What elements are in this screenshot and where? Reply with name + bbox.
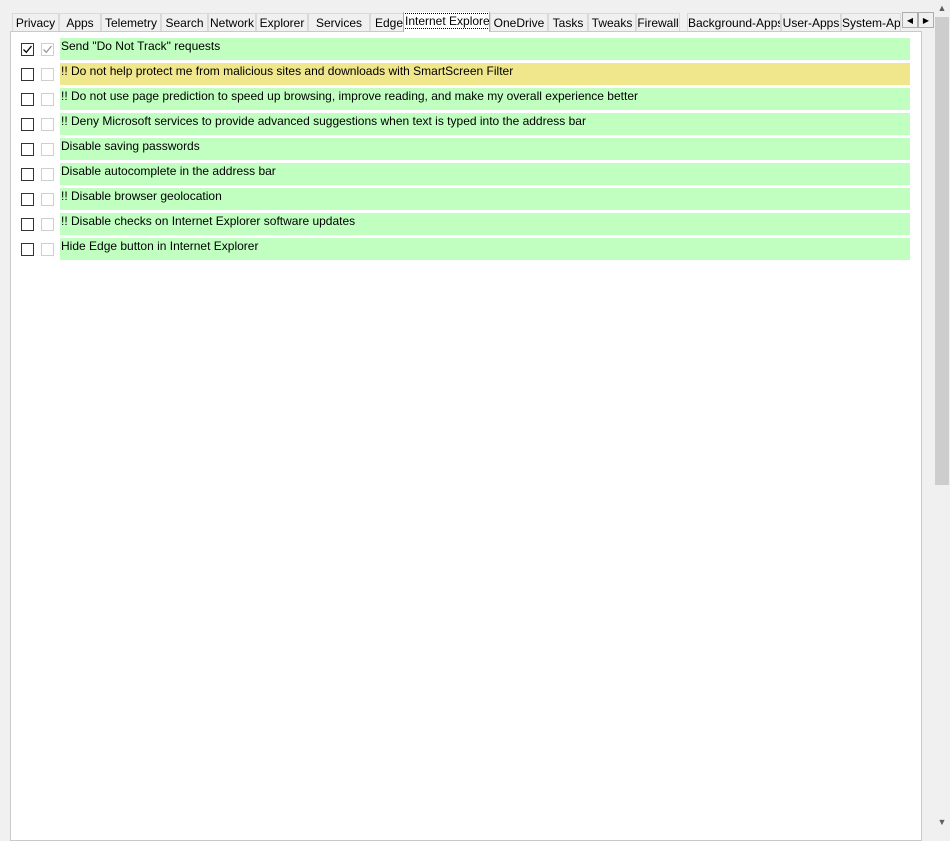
tab-label: Tasks	[552, 16, 584, 30]
setting-row: Disable saving passwords	[11, 138, 921, 160]
tab-user-apps[interactable]: User-Apps	[781, 13, 841, 31]
setting-label[interactable]: Hide Edge button in Internet Explorer	[60, 238, 910, 260]
tab-label: User-Apps	[782, 16, 840, 30]
scrollbar-thumb[interactable]	[935, 17, 949, 485]
setting-checkbox[interactable]	[21, 243, 34, 256]
setting-checkbox[interactable]	[21, 218, 34, 231]
setting-label[interactable]: Send "Do Not Track" requests	[60, 38, 910, 60]
recommended-default-checkbox	[41, 68, 54, 81]
tab-strip: Privacy Apps Telemetry Search Network Explore…	[12, 12, 922, 32]
setting-row: !! Do not use page prediction to speed u…	[11, 88, 921, 110]
setting-checkbox[interactable]	[21, 68, 34, 81]
setting-label[interactable]: !! Do not help protect me from malicious…	[60, 63, 910, 85]
setting-label[interactable]: Disable autocomplete in the address bar	[60, 163, 910, 185]
setting-label[interactable]: !! Disable browser geolocation	[60, 188, 910, 210]
tab-network[interactable]: Network	[208, 13, 256, 31]
setting-label[interactable]: !! Disable checks on Internet Explorer s…	[60, 213, 910, 235]
setting-label[interactable]: !! Do not use page prediction to speed u…	[60, 88, 910, 110]
tab-label: Network	[209, 16, 254, 30]
setting-row: !! Do not help protect me from malicious…	[11, 63, 921, 85]
recommended-default-checkbox	[41, 218, 54, 231]
setting-row: !! Disable checks on Internet Explorer s…	[11, 213, 921, 235]
tab-label: Internet Explorer	[404, 13, 489, 29]
recommended-default-checkbox	[41, 243, 54, 256]
tab-label: Telemetry	[104, 16, 157, 30]
tab-search[interactable]: Search	[161, 13, 208, 31]
tab-label: Explorer	[259, 16, 305, 30]
setting-label[interactable]: !! Deny Microsoft services to provide ad…	[60, 113, 910, 135]
setting-row: Hide Edge button in Internet Explorer	[11, 238, 921, 260]
tab-panel-internet-explorer: Send "Do Not Track" requests !! Do not he…	[10, 31, 922, 841]
tab-label: Apps	[66, 16, 94, 30]
setting-row: !! Disable browser geolocation	[11, 188, 921, 210]
tab-privacy[interactable]: Privacy	[12, 13, 59, 31]
tab-telemetry[interactable]: Telemetry	[101, 13, 161, 31]
setting-checkbox[interactable]	[21, 93, 34, 106]
tab-tasks[interactable]: Tasks	[548, 13, 588, 31]
tab-services[interactable]: Services	[308, 13, 370, 31]
scroll-up-arrow-icon[interactable]: ▲	[934, 0, 950, 16]
recommended-default-checkbox	[41, 118, 54, 131]
tab-firewall[interactable]: Firewall	[636, 13, 680, 31]
tab-label: Edge	[374, 16, 404, 30]
tab-onedrive[interactable]: OneDrive	[490, 13, 548, 31]
tab-internet-explorer[interactable]: Internet Explorer	[403, 12, 490, 32]
recommended-default-checkbox	[41, 168, 54, 181]
setting-row: !! Deny Microsoft services to provide ad…	[11, 113, 921, 135]
tab-explorer[interactable]: Explorer	[256, 13, 308, 31]
tab-label: System-Apps	[842, 16, 901, 30]
scroll-down-arrow-icon[interactable]: ▼	[934, 814, 950, 830]
tab-background-apps[interactable]: Background-Apps	[687, 13, 781, 31]
recommended-default-checkbox	[41, 193, 54, 206]
tab-apps[interactable]: Apps	[59, 13, 101, 31]
tab-scroll-left-button[interactable]: ◀	[902, 12, 918, 28]
setting-row: Send "Do Not Track" requests	[11, 38, 921, 60]
tab-label: Search	[165, 16, 204, 30]
tab-tweaks[interactable]: Tweaks	[588, 13, 636, 31]
tab-label: Tweaks	[591, 16, 633, 30]
tab-scroll-buttons: ◀ ▶	[902, 12, 934, 28]
setting-checkbox[interactable]	[21, 168, 34, 181]
tab-system-apps[interactable]: System-Apps	[841, 13, 901, 31]
setting-checkbox[interactable]	[21, 143, 34, 156]
setting-label[interactable]: Disable saving passwords	[60, 138, 910, 160]
setting-row: Disable autocomplete in the address bar	[11, 163, 921, 185]
recommended-default-checkbox	[41, 93, 54, 106]
setting-checkbox[interactable]	[21, 118, 34, 131]
tab-label: Services	[315, 16, 362, 30]
setting-checkbox[interactable]	[21, 43, 34, 56]
recommended-default-checkbox	[41, 43, 54, 56]
recommended-default-checkbox	[41, 143, 54, 156]
tab-label: Privacy	[15, 16, 56, 30]
tab-label: Firewall	[637, 16, 679, 30]
vertical-scrollbar[interactable]: ▲ ▼	[934, 0, 950, 830]
setting-checkbox[interactable]	[21, 193, 34, 206]
tab-label: OneDrive	[493, 16, 545, 30]
tab-scroll-right-button[interactable]: ▶	[918, 12, 934, 28]
tab-label: Background-Apps	[688, 16, 781, 30]
